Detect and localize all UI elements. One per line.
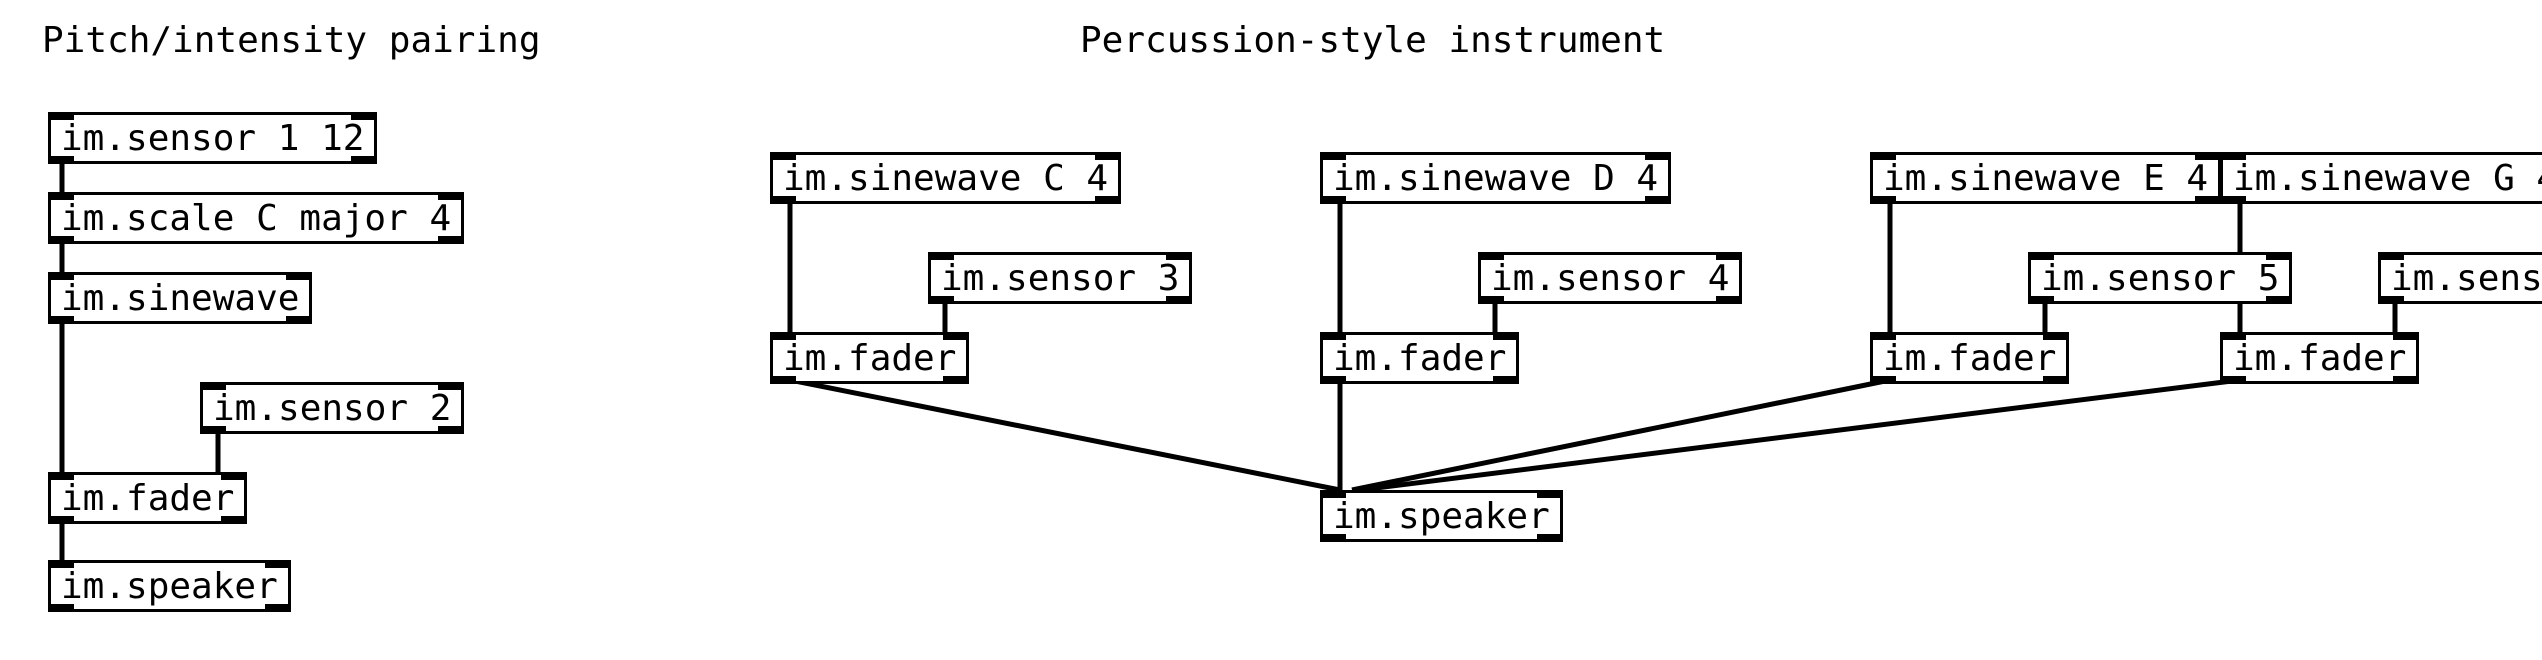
obj-sine-e[interactable]: im.sinewave E 4	[1870, 152, 2221, 204]
obj-text: im.speaker	[61, 566, 278, 607]
obj-sensor-2[interactable]: im.sensor 2	[200, 382, 464, 434]
obj-scale[interactable]: im.scale C major 4	[48, 192, 464, 244]
obj-text: im.sinewave E 4	[1883, 158, 2208, 199]
obj-text: im.sinewave	[61, 278, 299, 319]
obj-fader-left[interactable]: im.fader	[48, 472, 247, 524]
obj-text: im.fader	[1333, 338, 1506, 379]
obj-text: im.sensor 3	[941, 258, 1179, 299]
obj-fader-1[interactable]: im.fader	[1320, 332, 1519, 384]
obj-text: im.speaker	[1333, 496, 1550, 537]
obj-sine-c[interactable]: im.sinewave C 4	[770, 152, 1121, 204]
obj-speaker-left[interactable]: im.speaker	[48, 560, 291, 612]
obj-sensor-1[interactable]: im.sensor 1 12	[48, 112, 377, 164]
obj-sensor-3[interactable]: im.sensor 3	[928, 252, 1192, 304]
obj-text: im.fader	[1883, 338, 2056, 379]
obj-sensor-6[interactable]: im.sensor 6	[2378, 252, 2542, 304]
obj-fader-3[interactable]: im.fader	[2220, 332, 2419, 384]
obj-speaker-perc[interactable]: im.speaker	[1320, 490, 1563, 542]
obj-text: im.fader	[783, 338, 956, 379]
obj-text: im.sinewave D 4	[1333, 158, 1658, 199]
obj-text: im.sensor 5	[2041, 258, 2279, 299]
obj-text: im.fader	[2233, 338, 2406, 379]
obj-text: im.scale C major 4	[61, 198, 451, 239]
obj-sine-d[interactable]: im.sinewave D 4	[1320, 152, 1671, 204]
obj-fader-2[interactable]: im.fader	[1870, 332, 2069, 384]
obj-text: im.fader	[61, 478, 234, 519]
obj-text: im.sensor 2	[213, 388, 451, 429]
patch-canvas: Pitch/intensity pairing Percussion-style…	[0, 0, 2542, 660]
patch-wires	[0, 0, 2542, 660]
obj-text: im.sinewave G 4	[2233, 158, 2542, 199]
obj-text: im.sinewave C 4	[783, 158, 1108, 199]
obj-text: im.sensor 6	[2391, 258, 2542, 299]
obj-sinewave[interactable]: im.sinewave	[48, 272, 312, 324]
obj-sensor-5[interactable]: im.sensor 5	[2028, 252, 2292, 304]
obj-fader-0[interactable]: im.fader	[770, 332, 969, 384]
obj-text: im.sensor 1 12	[61, 118, 364, 159]
obj-sensor-4[interactable]: im.sensor 4	[1478, 252, 1742, 304]
obj-sine-g[interactable]: im.sinewave G 4	[2220, 152, 2542, 204]
obj-text: im.sensor 4	[1491, 258, 1729, 299]
title-pitch-intensity: Pitch/intensity pairing	[42, 20, 541, 61]
title-percussion: Percussion-style instrument	[1080, 20, 1665, 61]
